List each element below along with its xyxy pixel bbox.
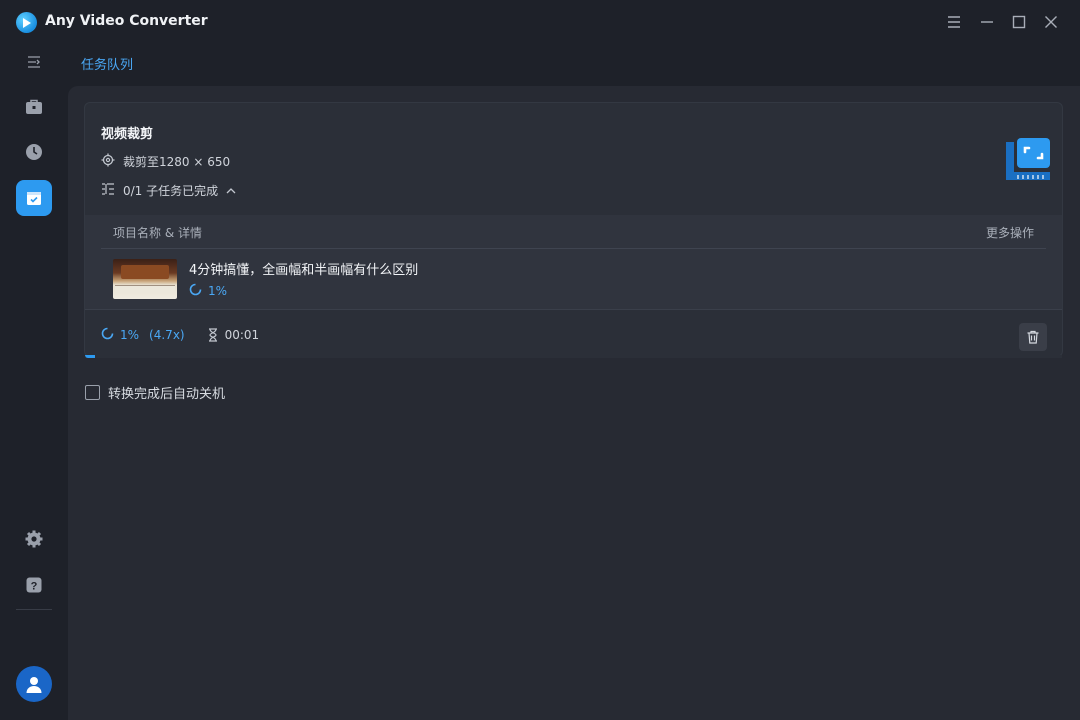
task-progress-fill bbox=[85, 355, 95, 358]
toolbox-icon[interactable] bbox=[16, 89, 52, 125]
task-progress-bar bbox=[85, 355, 1062, 358]
subtask-table: 项目名称 & 详情 更多操作 4分钟搞懂，全画幅和半画幅有什么区别 1% bbox=[85, 215, 1062, 309]
thumbnail-table bbox=[115, 285, 175, 293]
summary-progress: 1% bbox=[120, 328, 140, 342]
subtasks-status-text: 0/1 子任务已完成 bbox=[123, 184, 219, 198]
history-icon[interactable] bbox=[16, 134, 52, 170]
title-bar: Any Video Converter bbox=[0, 0, 1080, 44]
chevron-up-icon[interactable] bbox=[226, 184, 236, 198]
column-header-name: 项目名称 & 详情 bbox=[113, 226, 202, 240]
thumbnail-stage bbox=[121, 265, 169, 279]
main-panel: 视频裁剪 裁剪至1280 × 650 0/1 子任务已完成 项目名称 & 详情 … bbox=[68, 86, 1080, 720]
crop-info-text: 裁剪至1280 × 650 bbox=[123, 155, 231, 169]
video-item-title: 4分钟搞懂，全画幅和半画幅有什么区别 bbox=[189, 263, 419, 278]
menu-icon[interactable] bbox=[944, 12, 964, 32]
user-avatar-icon[interactable] bbox=[16, 666, 52, 702]
crop-tool-icon bbox=[1004, 136, 1050, 182]
crop-settings-icon bbox=[101, 153, 115, 170]
subtasks-list-icon bbox=[101, 182, 115, 199]
summary-speed: (4.7x) bbox=[149, 328, 185, 342]
settings-icon[interactable] bbox=[16, 521, 52, 557]
crop-info: 裁剪至1280 × 650 bbox=[101, 153, 230, 170]
auto-shutdown-checkbox[interactable] bbox=[85, 385, 100, 400]
auto-shutdown-label: 转换完成后自动关机 bbox=[108, 387, 226, 402]
video-item-progress-text: 1% bbox=[208, 284, 228, 298]
task-card: 视频裁剪 裁剪至1280 × 650 0/1 子任务已完成 项目名称 & 详情 … bbox=[84, 102, 1063, 358]
app-logo-icon bbox=[16, 12, 37, 33]
video-item-progress: 1% bbox=[189, 283, 227, 299]
task-title: 视频裁剪 bbox=[101, 127, 154, 142]
task-summary: 1% (4.7x) 00:01 bbox=[101, 327, 259, 343]
tab-task-queue[interactable]: 任务队列 bbox=[81, 54, 133, 73]
auto-shutdown-option[interactable]: 转换完成后自动关机 bbox=[85, 383, 225, 402]
svg-text:?: ? bbox=[31, 581, 38, 593]
column-header-more: 更多操作 bbox=[985, 226, 1034, 240]
delete-task-button[interactable] bbox=[1019, 323, 1047, 351]
subtasks-status[interactable]: 0/1 子任务已完成 bbox=[101, 182, 236, 199]
collapse-sidebar-icon[interactable] bbox=[16, 44, 52, 80]
loading-spinner-icon bbox=[189, 283, 202, 299]
video-thumbnail bbox=[113, 259, 177, 299]
elapsed-time: 00:01 bbox=[224, 328, 260, 342]
trash-icon bbox=[1027, 330, 1039, 344]
app-title: Any Video Converter bbox=[45, 13, 208, 29]
sidebar-divider bbox=[16, 609, 52, 610]
task-queue-icon[interactable] bbox=[16, 180, 52, 216]
maximize-icon[interactable] bbox=[1009, 12, 1029, 32]
summary-divider bbox=[85, 309, 1062, 310]
sidebar: ? bbox=[0, 44, 68, 720]
table-header-divider bbox=[101, 248, 1046, 249]
help-icon[interactable]: ? bbox=[16, 567, 52, 603]
loading-spinner-icon bbox=[101, 327, 114, 343]
close-icon[interactable] bbox=[1041, 12, 1061, 32]
hourglass-icon bbox=[207, 328, 219, 342]
minimize-icon[interactable] bbox=[977, 12, 997, 32]
